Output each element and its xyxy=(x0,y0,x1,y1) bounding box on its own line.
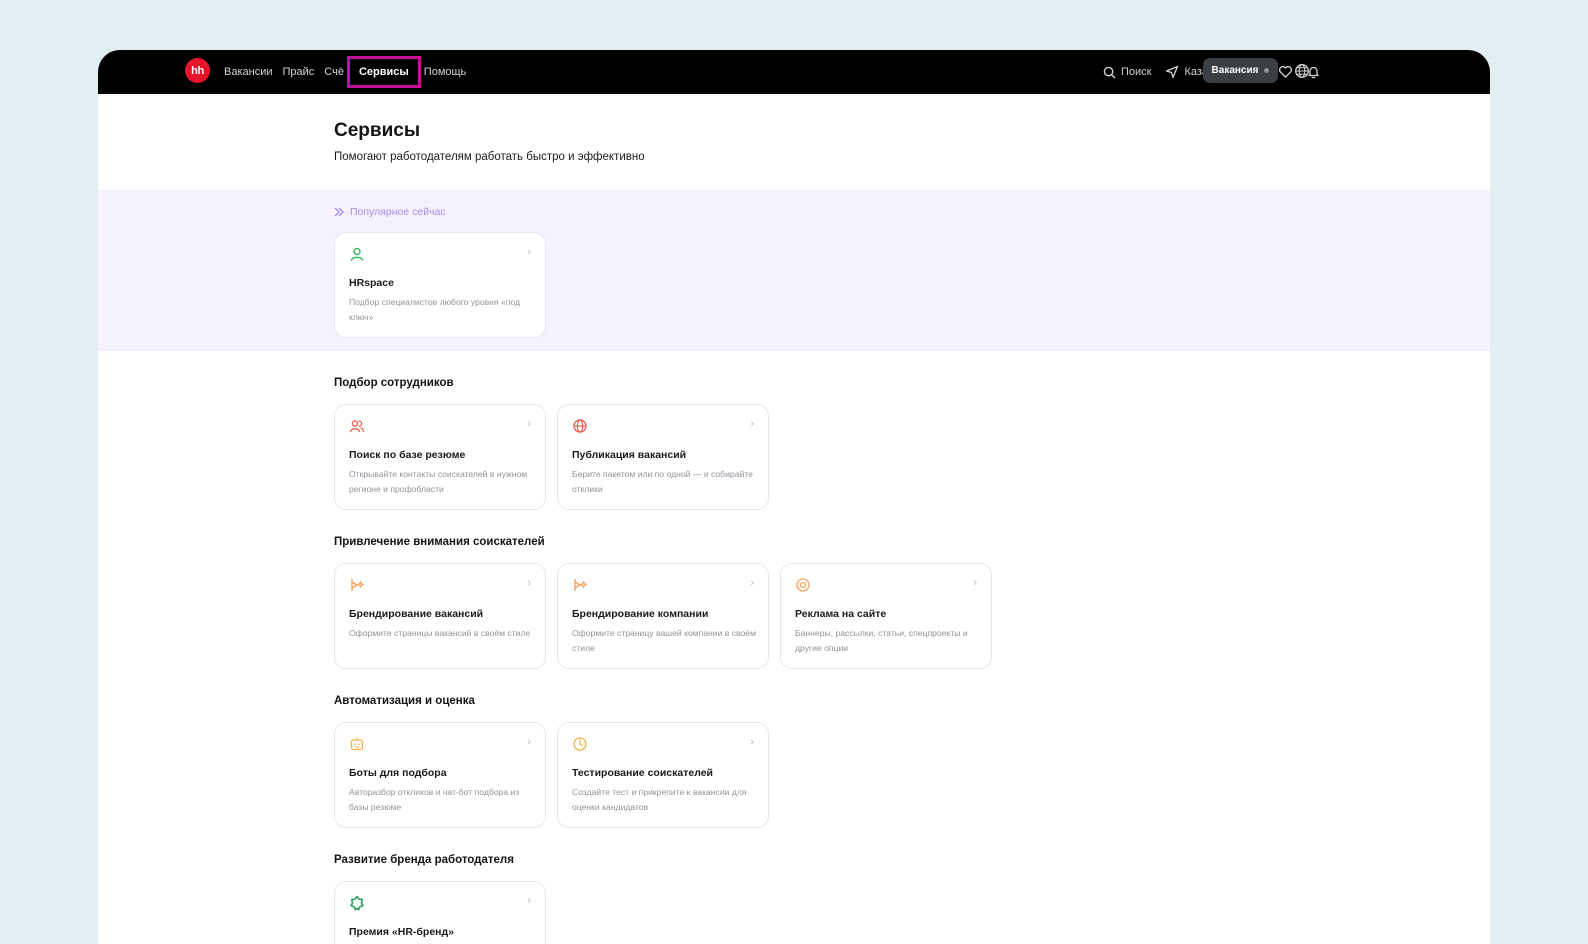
card-title: Брендирование компании xyxy=(572,608,709,620)
sparkle-icon xyxy=(574,579,588,591)
section-title-employer-brand: Развитие бренда работодателя xyxy=(334,854,514,866)
service-card-bots[interactable]: › Боты для подбора Авторазбор откликов и… xyxy=(334,722,546,828)
card-title: Тестирование соискателей xyxy=(572,767,714,779)
popular-label: Популярное сейчас xyxy=(334,206,446,218)
top-navbar: hh Вакансии Прайс Счё Сервисы Помощь Пои… xyxy=(98,50,1490,94)
card-description: Берите пакетом или по одной — и собирайт… xyxy=(572,469,753,494)
chevron-right-icon: › xyxy=(527,736,531,748)
page-subtitle: Помогают работодателям работать быстро и… xyxy=(334,151,645,163)
card-description: Авторазбор откликов и чат-бот подбора из… xyxy=(349,787,520,812)
vacancy-button[interactable]: Вакансия xyxy=(1203,58,1278,83)
search-label: Поиск xyxy=(1120,66,1152,78)
chevron-right-icon: › xyxy=(750,736,754,748)
search-icon xyxy=(1103,66,1116,78)
location-arrow-icon xyxy=(1166,65,1179,79)
service-card-company-branding[interactable]: › Брендирование компании Оформите страни… xyxy=(557,563,769,669)
service-card-job-posting[interactable]: › Публикация вакансий Берите пакетом или… xyxy=(557,404,769,510)
double-chevron-icon xyxy=(334,207,344,217)
chevron-right-icon: › xyxy=(527,577,531,589)
card-description: Оформите страницу вашей компании в своём… xyxy=(572,628,756,653)
heart-icon xyxy=(1278,66,1293,78)
card-title: Поиск по базе резюме xyxy=(349,449,466,461)
section-title-recruiting: Подбор сотрудников xyxy=(334,377,454,389)
nav-item-price[interactable]: Прайс xyxy=(283,66,315,78)
nav-item-services[interactable]: Сервисы xyxy=(346,56,421,88)
flower-icon xyxy=(350,895,364,911)
target-icon xyxy=(796,578,810,592)
chevron-right-icon: › xyxy=(750,577,754,589)
page-header: Сервисы Помогают работодателям работать … xyxy=(334,120,645,163)
browser-window: hh Вакансии Прайс Счё Сервисы Помощь Пои… xyxy=(98,50,1490,944)
service-card-hr-brand-award[interactable]: › Премия «HR-бренд» xyxy=(334,881,546,944)
card-title: Премия «HR-бренд» xyxy=(349,926,455,938)
service-card-vacancy-branding[interactable]: › Брендирование вакансий Оформите страни… xyxy=(334,563,546,669)
page-title: Сервисы xyxy=(334,120,421,141)
users-icon xyxy=(349,420,365,433)
card-description: Создайте тест и прикрепите к вакансии дл… xyxy=(572,787,747,812)
nav-item-help[interactable]: Помощь xyxy=(424,66,467,78)
popular-label-text: Популярное сейчас xyxy=(350,206,446,218)
bot-icon xyxy=(350,737,364,751)
hh-logo[interactable]: hh xyxy=(185,58,210,83)
service-card-site-ads[interactable]: › Реклама на сайте Баннеры, рассылки, ст… xyxy=(780,563,992,669)
card-title: Боты для подбора xyxy=(349,767,447,779)
vacancy-button-label: Вакансия xyxy=(1211,65,1259,76)
person-icon xyxy=(350,247,364,261)
section-title-automation: Автоматизация и оценка xyxy=(334,695,475,707)
chevron-right-icon: › xyxy=(527,246,531,258)
sparkle-icon xyxy=(351,579,365,591)
clock-icon xyxy=(573,737,587,751)
chevron-right-icon: › xyxy=(527,895,531,907)
search-link[interactable]: Поиск xyxy=(1103,66,1151,79)
chevron-right-icon: › xyxy=(750,418,754,430)
card-title: Реклама на сайте xyxy=(795,608,887,620)
popular-section: Популярное сейчас › HRspace Подбор специ… xyxy=(98,190,1490,351)
card-description: Баннеры, рассылки, статьи, спецпроекты и… xyxy=(795,628,968,653)
section-title-attraction: Привлечение внимания соискателей xyxy=(334,536,545,548)
main-nav: Вакансии Прайс Счё Сервисы Помощь xyxy=(224,50,466,94)
card-description: Открывайте контакты соискателей в нужном… xyxy=(349,469,528,494)
card-title: Брендирование вакансий xyxy=(349,608,484,620)
service-card-candidate-testing[interactable]: › Тестирование соискателей Создайте тест… xyxy=(557,722,769,828)
language-globe-icon[interactable] xyxy=(1294,63,1310,79)
service-card-resume-search[interactable]: › Поиск по базе резюме Открывайте контак… xyxy=(334,404,546,510)
card-description: Оформите страницы вакансий в своём стиле xyxy=(349,628,531,638)
chevron-right-icon: › xyxy=(527,418,531,430)
card-description: Подбор специалистов любого уровня «под к… xyxy=(349,297,520,322)
card-title: Публикация вакансий xyxy=(572,449,687,461)
globe-icon xyxy=(573,419,587,433)
service-card-hrspace[interactable]: › HRspace Подбор специалистов любого уро… xyxy=(334,232,546,338)
status-dot-icon xyxy=(1264,68,1270,73)
chevron-right-icon: › xyxy=(973,577,977,589)
nav-item-vacancies[interactable]: Вакансии xyxy=(224,66,273,78)
card-title: HRspace xyxy=(349,277,394,289)
favorites-button[interactable] xyxy=(1278,65,1293,79)
nav-item-accounts[interactable]: Счё xyxy=(324,66,344,78)
